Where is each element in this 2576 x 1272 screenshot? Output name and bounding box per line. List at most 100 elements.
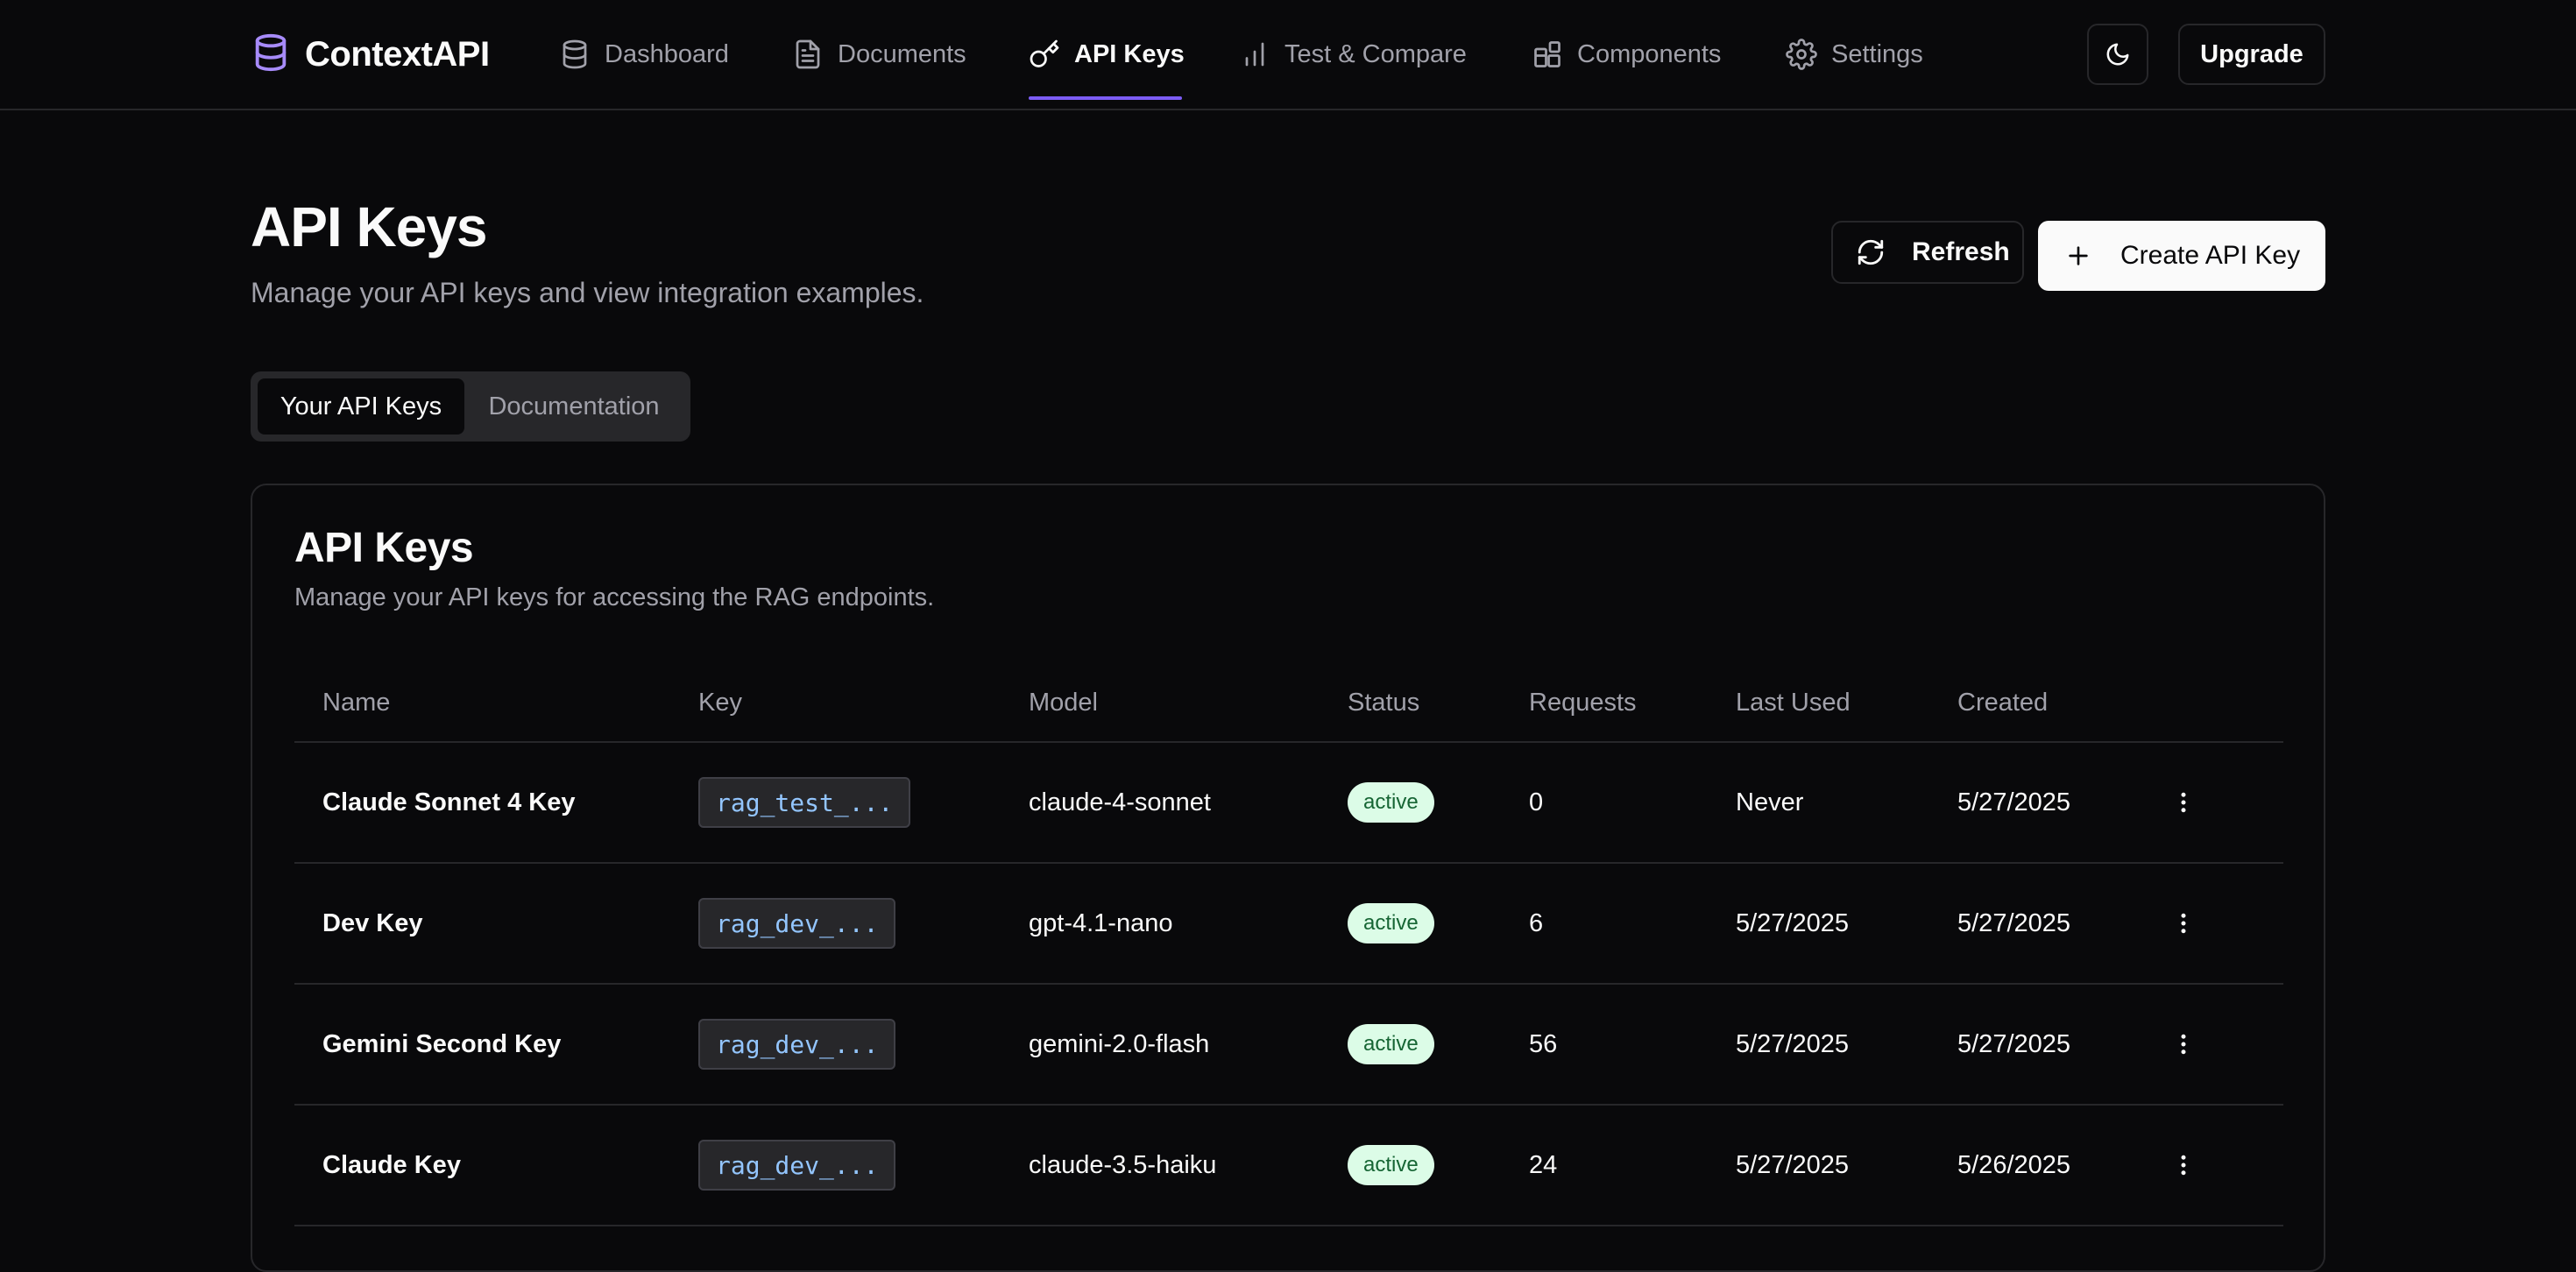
- app-name: ContextAPI: [305, 35, 490, 74]
- status-cell: active: [1348, 864, 1434, 983]
- more-vertical-icon: [2170, 1152, 2197, 1178]
- nav-item-documents[interactable]: Documents: [792, 32, 966, 77]
- page-title: API Keys: [251, 194, 486, 259]
- column-header-created: Created: [1957, 662, 2048, 743]
- status-badge: active: [1348, 903, 1434, 943]
- column-header-requests: Requests: [1529, 662, 1637, 743]
- status-cell: active: [1348, 743, 1434, 862]
- key-value[interactable]: rag_dev_...: [698, 898, 895, 949]
- file-text-icon: [792, 39, 824, 70]
- column-header-status: Status: [1348, 662, 1419, 743]
- actions-cell: [2166, 985, 2201, 1104]
- refresh-label: Refresh: [1912, 237, 2010, 267]
- created-date: 5/26/2025: [1957, 1106, 2070, 1225]
- more-vertical-icon: [2170, 1031, 2197, 1057]
- nav-label: Documents: [838, 40, 966, 69]
- api-keys-card: API Keys Manage your API keys for access…: [251, 484, 2325, 1272]
- model-name: gemini-2.0-flash: [1029, 985, 1209, 1104]
- column-header-name: Name: [322, 662, 390, 743]
- active-tab-indicator: [1029, 96, 1182, 100]
- table-row[interactable]: Dev Key rag_dev_... gpt-4.1-nano active …: [294, 864, 2283, 985]
- upgrade-button[interactable]: Upgrade: [2178, 24, 2325, 85]
- nav-label: Test & Compare: [1284, 40, 1467, 69]
- theme-toggle-button[interactable]: [2087, 24, 2148, 85]
- requests-count: 24: [1529, 1106, 1557, 1225]
- plus-icon: [2064, 242, 2092, 270]
- status-cell: active: [1348, 1106, 1434, 1225]
- model-name: gpt-4.1-nano: [1029, 864, 1172, 983]
- card-description: Manage your API keys for accessing the R…: [294, 583, 934, 612]
- key-value[interactable]: rag_dev_...: [698, 1019, 895, 1070]
- table-row[interactable]: Gemini Second Key rag_dev_... gemini-2.0…: [294, 985, 2283, 1106]
- requests-count: 6: [1529, 864, 1543, 983]
- model-name: claude-4-sonnet: [1029, 743, 1211, 862]
- top-navbar: ContextAPI Dashboard Documents API Keys: [0, 0, 2576, 110]
- status-badge: active: [1348, 782, 1434, 823]
- status-badge: active: [1348, 1024, 1434, 1064]
- table-row[interactable]: Claude Key rag_dev_... claude-3.5-haiku …: [294, 1106, 2283, 1226]
- actions-cell: [2166, 864, 2201, 983]
- moon-icon: [2105, 41, 2131, 67]
- more-actions-button[interactable]: [2166, 1148, 2201, 1183]
- nav-label: API Keys: [1074, 40, 1185, 69]
- status-cell: active: [1348, 985, 1434, 1104]
- gear-icon: [1786, 39, 1817, 70]
- tab-documentation[interactable]: Documentation: [464, 378, 683, 435]
- last-used: 5/27/2025: [1736, 1106, 1849, 1225]
- key-name: Claude Key: [322, 1106, 461, 1225]
- refresh-button[interactable]: Refresh: [1831, 221, 2024, 284]
- tab-list: Your API Keys Documentation: [251, 371, 690, 442]
- create-api-key-button[interactable]: Create API Key: [2038, 221, 2325, 291]
- nav-item-api-keys[interactable]: API Keys: [1029, 32, 1185, 77]
- nav-item-components[interactable]: Components: [1532, 32, 1721, 77]
- more-actions-button[interactable]: [2166, 906, 2201, 941]
- status-badge: active: [1348, 1145, 1434, 1185]
- create-label: Create API Key: [2120, 241, 2300, 271]
- last-used: 5/27/2025: [1736, 864, 1849, 983]
- nav-label: Settings: [1831, 40, 1923, 69]
- key-value[interactable]: rag_dev_...: [698, 1140, 895, 1191]
- last-used: 5/27/2025: [1736, 985, 1849, 1104]
- created-date: 5/27/2025: [1957, 743, 2070, 862]
- refresh-icon: [1856, 237, 1886, 267]
- app-logo[interactable]: ContextAPI: [251, 32, 490, 77]
- created-date: 5/27/2025: [1957, 985, 2070, 1104]
- key-name: Dev Key: [322, 864, 422, 983]
- created-date: 5/27/2025: [1957, 864, 2070, 983]
- nav-item-settings[interactable]: Settings: [1786, 32, 1923, 77]
- nav-label: Dashboard: [605, 40, 729, 69]
- requests-count: 56: [1529, 985, 1557, 1104]
- column-header-last-used: Last Used: [1736, 662, 1851, 743]
- key-cell: rag_dev_...: [698, 864, 895, 983]
- card-title: API Keys: [294, 524, 473, 572]
- page-subtitle: Manage your API keys and view integratio…: [251, 277, 924, 309]
- key-value[interactable]: rag_test_...: [698, 777, 910, 828]
- more-actions-button[interactable]: [2166, 785, 2201, 820]
- table-row[interactable]: Claude Sonnet 4 Key rag_test_... claude-…: [294, 743, 2283, 864]
- column-header-key: Key: [698, 662, 742, 743]
- tab-your-api-keys[interactable]: Your API Keys: [258, 378, 464, 435]
- key-cell: rag_test_...: [698, 743, 910, 862]
- last-used: Never: [1736, 743, 1803, 862]
- key-cell: rag_dev_...: [698, 1106, 895, 1225]
- nav-label: Components: [1577, 40, 1721, 69]
- blocks-icon: [1532, 39, 1563, 70]
- bar-chart-icon: [1239, 39, 1270, 70]
- nav-item-test-compare[interactable]: Test & Compare: [1239, 32, 1467, 77]
- database-icon: [559, 39, 591, 70]
- key-cell: rag_dev_...: [698, 985, 895, 1104]
- database-icon: [251, 32, 291, 77]
- model-name: claude-3.5-haiku: [1029, 1106, 1216, 1225]
- actions-cell: [2166, 743, 2201, 862]
- more-actions-button[interactable]: [2166, 1027, 2201, 1062]
- actions-cell: [2166, 1106, 2201, 1225]
- table-header: Name Key Model Status Requests Last Used…: [294, 662, 2283, 743]
- more-vertical-icon: [2170, 789, 2197, 816]
- nav-item-dashboard[interactable]: Dashboard: [559, 32, 729, 77]
- key-name: Gemini Second Key: [322, 985, 561, 1104]
- more-vertical-icon: [2170, 910, 2197, 936]
- column-header-model: Model: [1029, 662, 1098, 743]
- key-icon: [1029, 39, 1060, 70]
- requests-count: 0: [1529, 743, 1543, 862]
- key-name: Claude Sonnet 4 Key: [322, 743, 575, 862]
